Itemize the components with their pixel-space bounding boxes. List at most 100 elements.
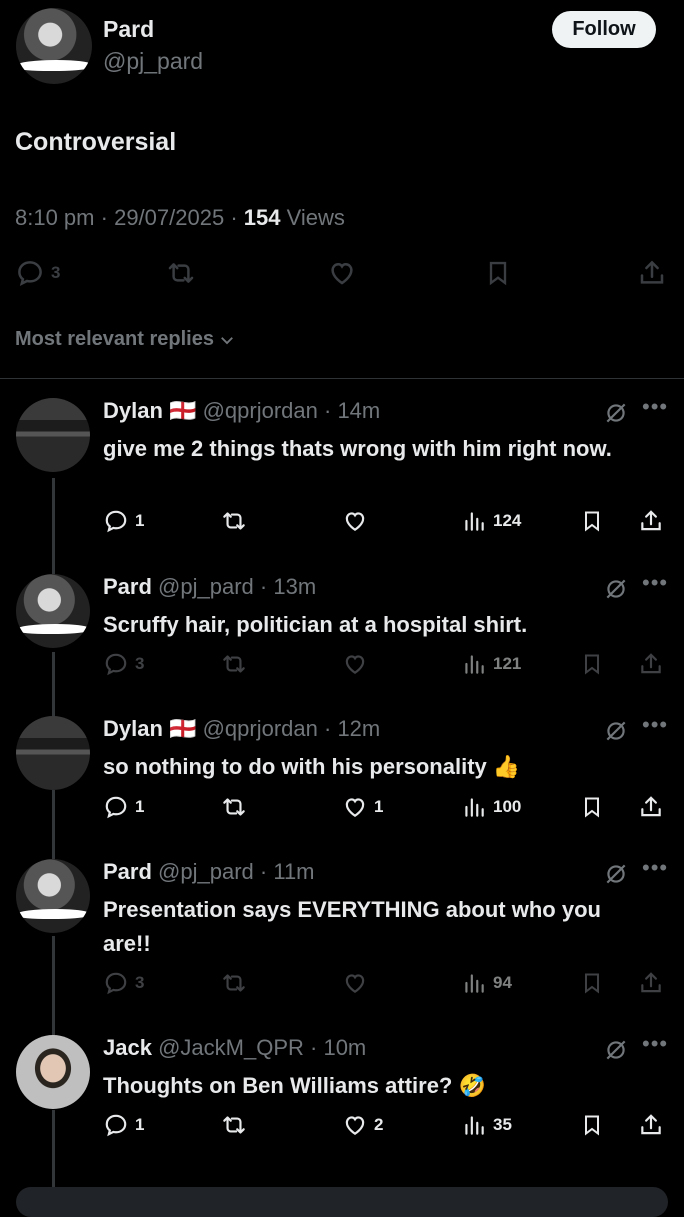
- thread-line: [52, 478, 55, 576]
- follow-button[interactable]: Follow: [552, 11, 656, 48]
- post-like-button[interactable]: [327, 258, 357, 288]
- grok-icon[interactable]: [603, 400, 629, 426]
- reply-header: Jack @JackM_QPR · 10m: [103, 1035, 367, 1060]
- more-icon[interactable]: •••: [642, 855, 668, 881]
- speech-bubble-icon: [15, 258, 45, 288]
- speech-bubble-icon: [103, 794, 129, 820]
- like-button[interactable]: [342, 508, 374, 534]
- share-button[interactable]: [638, 508, 664, 534]
- heart-icon: [327, 258, 357, 288]
- reply-button[interactable]: 1: [103, 508, 144, 534]
- post-reply-button[interactable]: 3: [15, 258, 60, 288]
- thread-line: [52, 652, 55, 718]
- reply-handle[interactable]: @pj_pard: [158, 574, 254, 599]
- repost-button[interactable]: [220, 508, 248, 534]
- avatar[interactable]: [16, 398, 90, 472]
- reply-button[interactable]: 1: [103, 1112, 144, 1138]
- repost-button[interactable]: [220, 651, 248, 677]
- reply-author-name[interactable]: Pard: [103, 574, 152, 599]
- reply-text: Thoughts on Ben Williams attire? 🤣: [103, 1073, 486, 1098]
- author-avatar[interactable]: [16, 8, 92, 84]
- more-icon[interactable]: •••: [642, 712, 668, 738]
- share-button[interactable]: [638, 970, 664, 996]
- speech-bubble-icon: [103, 651, 129, 677]
- reply-time[interactable]: 10m: [323, 1035, 366, 1060]
- author-handle[interactable]: @pj_pard: [103, 48, 203, 75]
- reply-button[interactable]: 1: [103, 794, 144, 820]
- reply-header: Pard @pj_pard · 11m: [103, 859, 315, 884]
- repost-button[interactable]: [220, 1112, 248, 1138]
- share-button[interactable]: [638, 1112, 664, 1138]
- heart-icon: [342, 508, 368, 534]
- reply-handle[interactable]: @qprjordan: [203, 398, 318, 423]
- bookmark-icon: [580, 1112, 604, 1138]
- views-button[interactable]: 100: [461, 794, 521, 820]
- avatar[interactable]: [16, 716, 90, 790]
- avatar[interactable]: [16, 1035, 90, 1109]
- bookmark-button[interactable]: [580, 970, 604, 996]
- reply-button[interactable]: 3: [103, 651, 144, 677]
- reply-handle[interactable]: @JackM_QPR: [158, 1035, 304, 1060]
- post-repost-button[interactable]: [165, 258, 197, 288]
- reply-header: Pard @pj_pard · 13m: [103, 574, 317, 599]
- bar-chart-icon: [461, 508, 487, 534]
- thread-line: [52, 936, 55, 1036]
- reply-time[interactable]: 14m: [337, 398, 380, 423]
- bookmark-button[interactable]: [580, 508, 604, 534]
- more-icon[interactable]: •••: [642, 394, 668, 420]
- reply-count: 3: [135, 654, 145, 673]
- avatar[interactable]: [16, 574, 90, 648]
- replies-sort-dropdown[interactable]: Most relevant replies: [15, 328, 236, 351]
- reply-button[interactable]: 3: [103, 970, 144, 996]
- bookmark-button[interactable]: [580, 651, 604, 677]
- thread-line: [52, 1110, 55, 1190]
- bookmark-button[interactable]: [580, 794, 604, 820]
- bookmark-icon: [580, 970, 604, 996]
- more-icon[interactable]: •••: [642, 1031, 668, 1057]
- reply-author-name[interactable]: Dylan: [103, 716, 163, 741]
- avatar[interactable]: [16, 859, 90, 933]
- grok-icon[interactable]: [603, 576, 629, 602]
- post-reply-count: 3: [51, 263, 61, 282]
- like-button[interactable]: [342, 651, 374, 677]
- reply-author-name[interactable]: Jack: [103, 1035, 152, 1060]
- post-date[interactable]: 29/07/2025: [114, 205, 224, 230]
- repost-button[interactable]: [220, 794, 248, 820]
- grok-icon[interactable]: [603, 718, 629, 744]
- reply-author-name[interactable]: Dylan: [103, 398, 163, 423]
- grok-icon[interactable]: [603, 861, 629, 887]
- post-time[interactable]: 8:10 pm: [15, 205, 95, 230]
- author-name[interactable]: Pard: [103, 16, 154, 43]
- views-button[interactable]: 35: [461, 1112, 512, 1138]
- grok-icon[interactable]: [603, 1037, 629, 1063]
- bar-chart-icon: [461, 651, 487, 677]
- reply-count: 1: [135, 797, 145, 816]
- views-button[interactable]: 94: [461, 970, 512, 996]
- reply-text: Scruffy hair, politician at a hospital s…: [103, 612, 528, 637]
- views-button[interactable]: 121: [461, 651, 521, 677]
- more-icon[interactable]: •••: [642, 570, 668, 596]
- share-icon: [638, 651, 664, 677]
- reply-time[interactable]: 12m: [337, 716, 380, 741]
- reply-time[interactable]: 11m: [273, 859, 314, 884]
- views-count: 121: [493, 654, 522, 673]
- views-button[interactable]: 124: [461, 508, 521, 534]
- reply-author-name[interactable]: Pard: [103, 859, 152, 884]
- thread-line: [52, 790, 55, 860]
- reply-handle[interactable]: @qprjordan: [203, 716, 318, 741]
- reply-text: give me 2 things thats wrong with him ri…: [103, 436, 612, 461]
- post-bookmark-button[interactable]: [484, 258, 512, 288]
- post-share-button[interactable]: [637, 258, 667, 288]
- reply-actions: 1 2 35: [103, 1112, 668, 1140]
- reply-time[interactable]: 13m: [273, 574, 316, 599]
- reply-composer[interactable]: [16, 1187, 668, 1217]
- share-icon: [637, 258, 667, 288]
- like-button[interactable]: 1: [342, 794, 383, 820]
- reply-handle[interactable]: @pj_pard: [158, 859, 254, 884]
- like-button[interactable]: [342, 970, 374, 996]
- like-button[interactable]: 2: [342, 1112, 383, 1138]
- share-button[interactable]: [638, 794, 664, 820]
- repost-button[interactable]: [220, 970, 248, 996]
- bookmark-button[interactable]: [580, 1112, 604, 1138]
- share-button[interactable]: [638, 651, 664, 677]
